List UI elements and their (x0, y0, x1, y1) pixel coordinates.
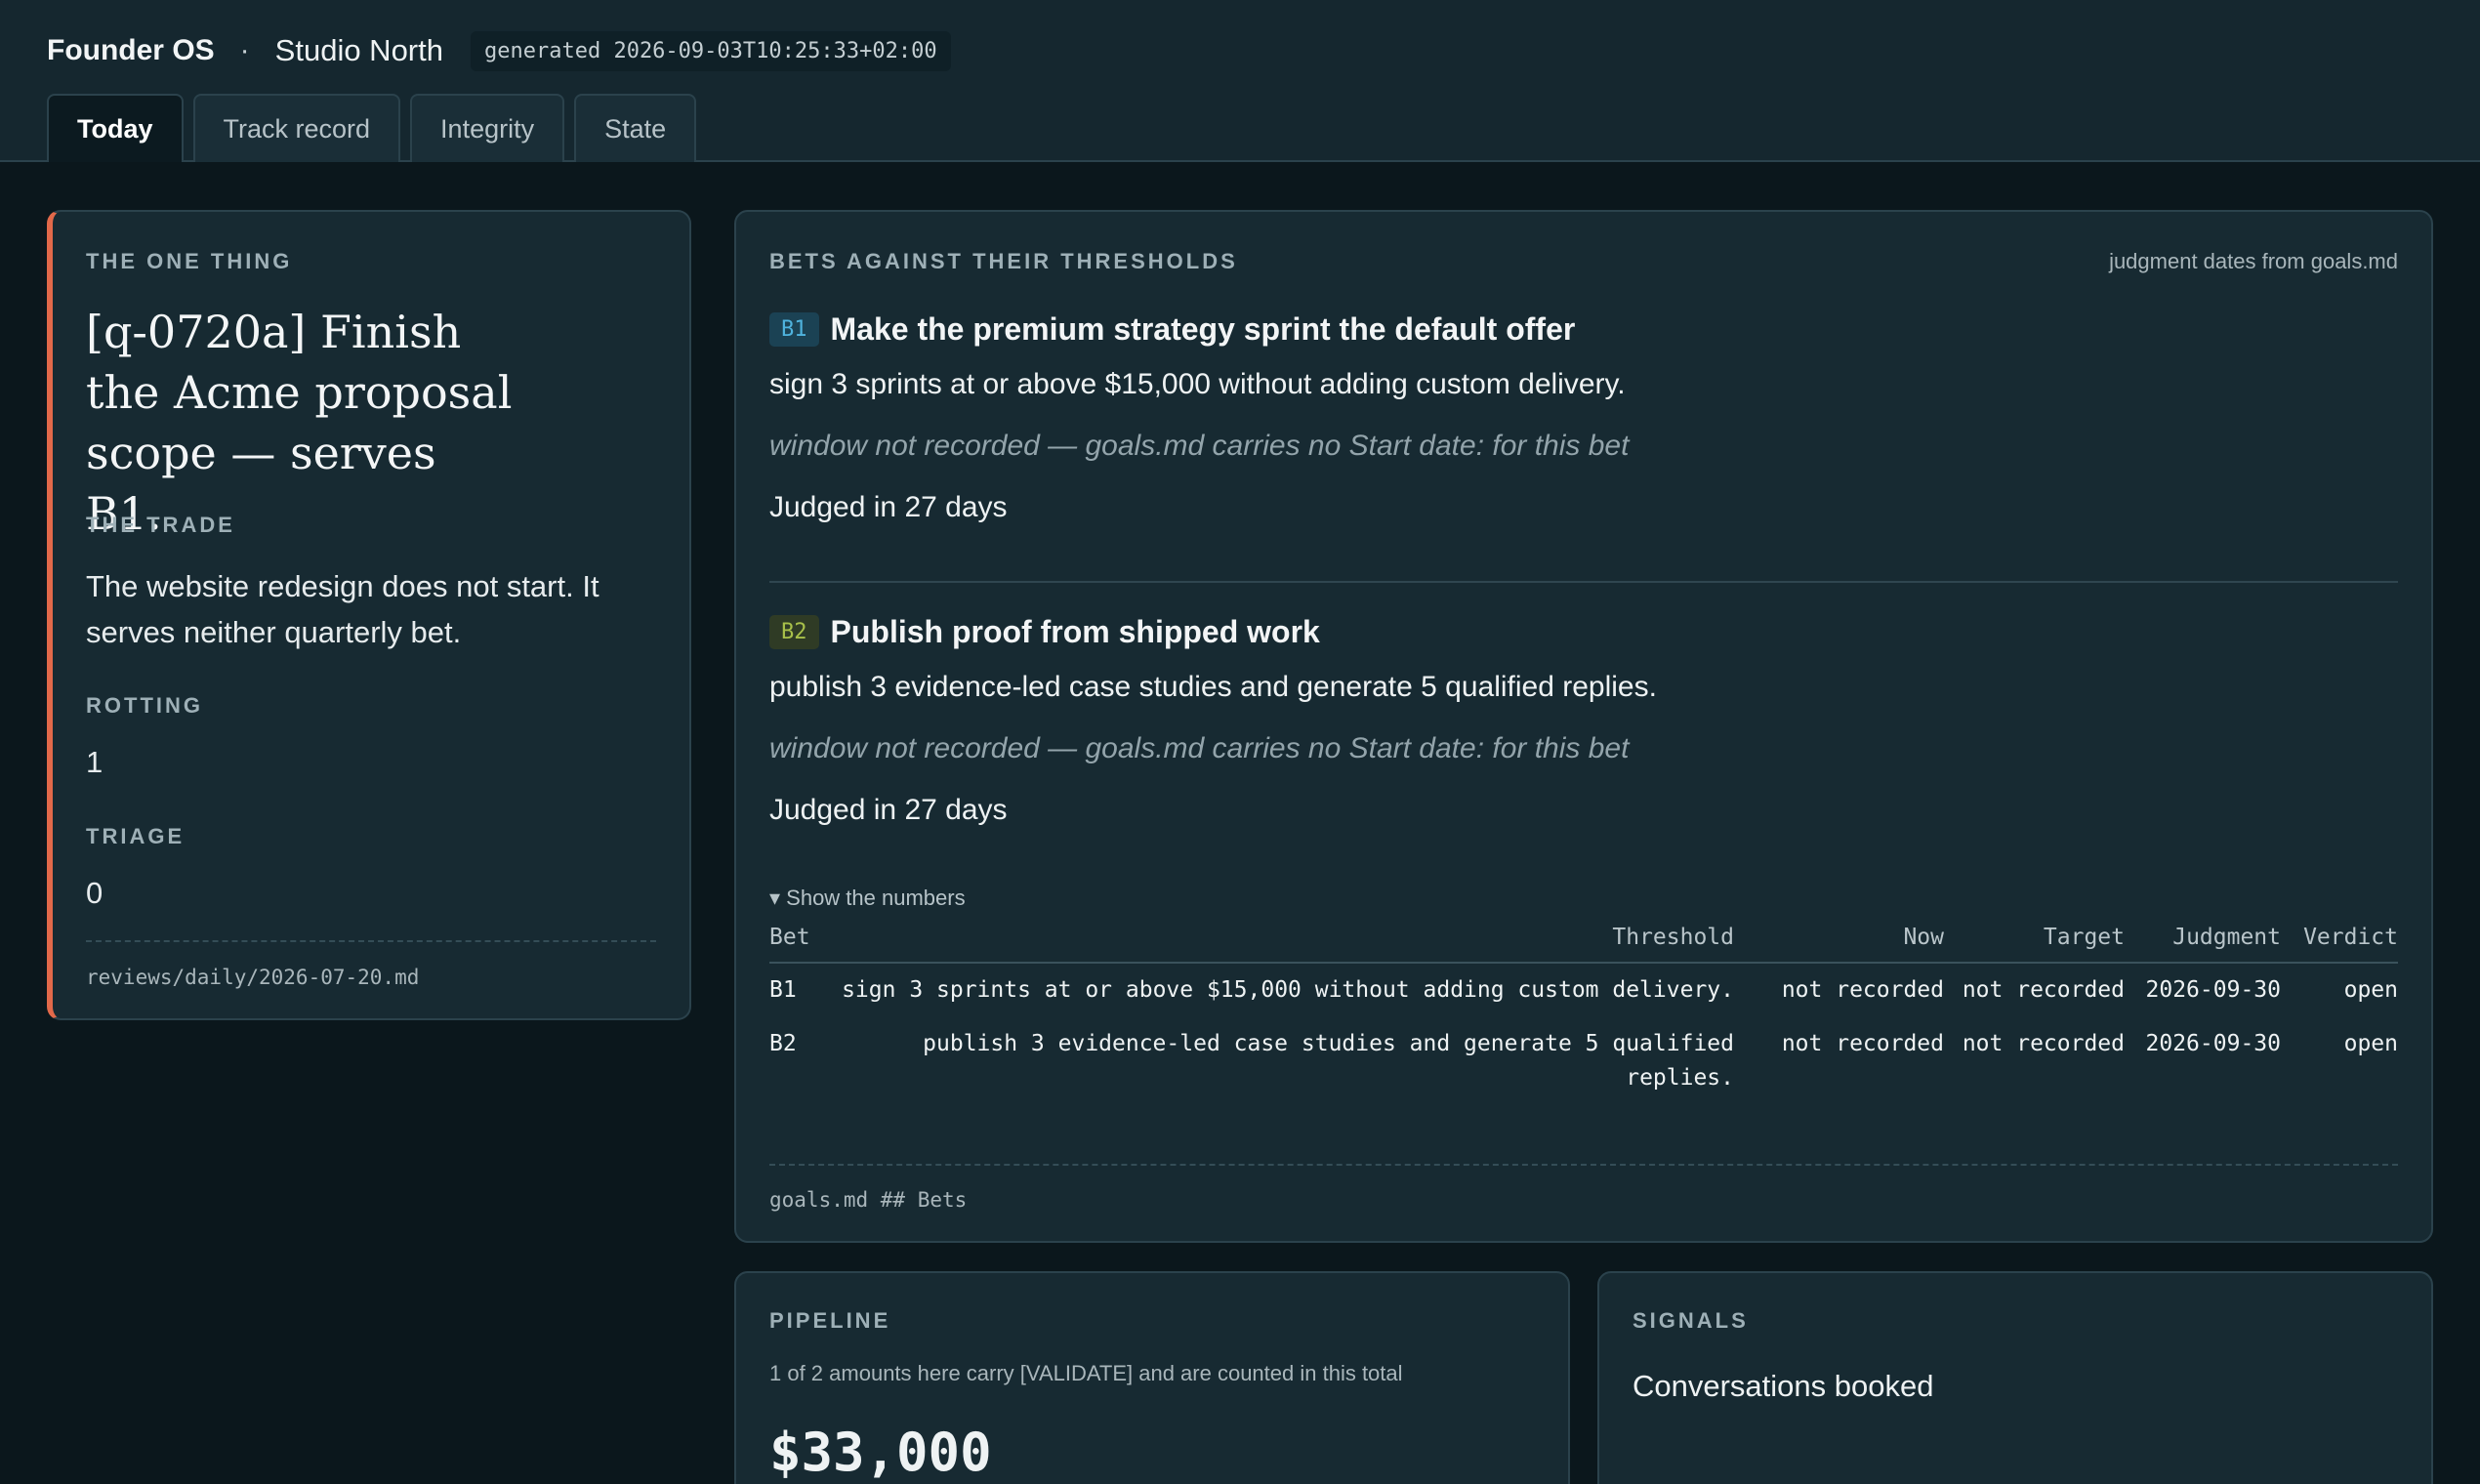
tab-integrity[interactable]: Integrity (410, 94, 565, 162)
bet-window: window not recorded — goals.md carries n… (769, 732, 1630, 764)
bets-card: BETS AGAINST THEIR THRESHOLDS judgment d… (734, 210, 2433, 1243)
col-target: Target (1944, 925, 2125, 964)
col-verdict: Verdict (2281, 925, 2398, 964)
table-header-row: Bet Threshold Now Target Judgment Verdic… (769, 925, 2398, 964)
bets-note: judgment dates from goals.md (2109, 249, 2398, 273)
triage-label: TRIAGE (86, 824, 186, 848)
divider (769, 1164, 2398, 1166)
tab-state[interactable]: State (574, 94, 697, 162)
one-thing-label: THE ONE THING (86, 249, 293, 273)
pipeline-note: 1 of 2 amounts here carry [VALIDATE] and… (769, 1361, 1403, 1385)
signal-item: Conversations booked (1633, 1369, 1934, 1403)
bets-source-path: goals.md ## Bets (769, 1188, 968, 1212)
bets-table: Bet Threshold Now Target Judgment Verdic… (769, 925, 2398, 1105)
bet-title-row: B2 Publish proof from shipped work (769, 612, 2398, 651)
table-row: B2 publish 3 evidence-led case studies a… (769, 1017, 2398, 1105)
cell-now: not recorded (1781, 977, 1944, 1003)
app-title: Founder OS (47, 34, 215, 66)
show-numbers-toggle[interactable]: ▾ Show the numbers (769, 886, 966, 911)
cell-judgment: 2026-09-30 (2145, 1031, 2281, 1056)
generated-timestamp: generated 2026-09-03T10:25:33+02:00 (471, 30, 951, 71)
table-row: B1 sign 3 sprints at or above $15,000 wi… (769, 963, 2398, 1017)
bet-threshold: publish 3 evidence-led case studies and … (769, 671, 1657, 703)
bets-label: BETS AGAINST THEIR THRESHOLDS (769, 249, 1238, 273)
bet-tag: B2 (769, 614, 819, 649)
cell-judgment: 2026-09-30 (2145, 977, 2281, 1003)
cell-bet: B2 (769, 1031, 797, 1056)
bet-b2: B2 Publish proof from shipped work publi… (769, 612, 2398, 826)
bet-threshold: sign 3 sprints at or above $15,000 witho… (769, 368, 1626, 400)
trade-text: The website redesign does not start. It … (86, 569, 599, 649)
cell-now: not recorded (1781, 1031, 1944, 1056)
col-bet: Bet (769, 925, 828, 964)
brand-row: Founder OS · Studio North generated 2026… (47, 29, 951, 72)
cell-threshold: publish 3 evidence-led case studies and … (923, 1031, 1734, 1091)
tab-track-record[interactable]: Track record (192, 94, 401, 162)
cell-target: not recorded (1962, 1031, 2125, 1056)
col-now: Now (1763, 925, 1944, 964)
top-bar: Founder OS · Studio North generated 2026… (0, 0, 2480, 162)
bet-b1: B1 Make the premium strategy sprint the … (769, 309, 2398, 523)
one-thing-card: THE ONE THING [q-0720a] Finish the Acme … (47, 210, 691, 1020)
bet-judged: Judged in 27 days (769, 491, 1008, 523)
trade-label: THE TRADE (86, 513, 235, 537)
cell-bet: B1 (769, 977, 797, 1003)
bet-title-row: B1 Make the premium strategy sprint the … (769, 309, 2398, 349)
workspace-name: Studio North (274, 33, 443, 67)
pipeline-total: $33,000 (769, 1422, 992, 1483)
cell-target: not recorded (1962, 977, 2125, 1003)
bet-title: Publish proof from shipped work (830, 613, 1320, 649)
bet-title: Make the premium strategy sprint the def… (830, 310, 1576, 347)
pipeline-label: PIPELINE (769, 1308, 891, 1333)
one-thing-headline: [q-0720a] Finish the Acme proposal scope… (86, 306, 513, 540)
signals-label: SIGNALS (1633, 1308, 1749, 1333)
cell-threshold: sign 3 sprints at or above $15,000 witho… (842, 977, 1734, 1003)
rotting-count: 1 (86, 745, 103, 779)
col-threshold: Threshold (828, 925, 1763, 964)
cell-verdict: open (2343, 1031, 2398, 1056)
bet-tag: B1 (769, 311, 819, 347)
bet-judged: Judged in 27 days (769, 794, 1008, 826)
tab-today[interactable]: Today (47, 94, 184, 162)
bet-divider (769, 581, 2398, 583)
signals-card: SIGNALS Conversations booked (1597, 1271, 2433, 1484)
divider (86, 940, 656, 942)
cell-verdict: open (2343, 977, 2398, 1003)
pipeline-card: PIPELINE 1 of 2 amounts here carry [VALI… (734, 1271, 1570, 1484)
bet-window: window not recorded — goals.md carries n… (769, 430, 1630, 462)
col-judgment: Judgment (2125, 925, 2281, 964)
tab-bar: Today Track record Integrity State (47, 94, 697, 162)
source-path: reviews/daily/2026-07-20.md (86, 966, 420, 989)
title-separator: · (239, 34, 250, 66)
rotting-label: ROTTING (86, 693, 203, 718)
triage-count: 0 (86, 876, 103, 910)
